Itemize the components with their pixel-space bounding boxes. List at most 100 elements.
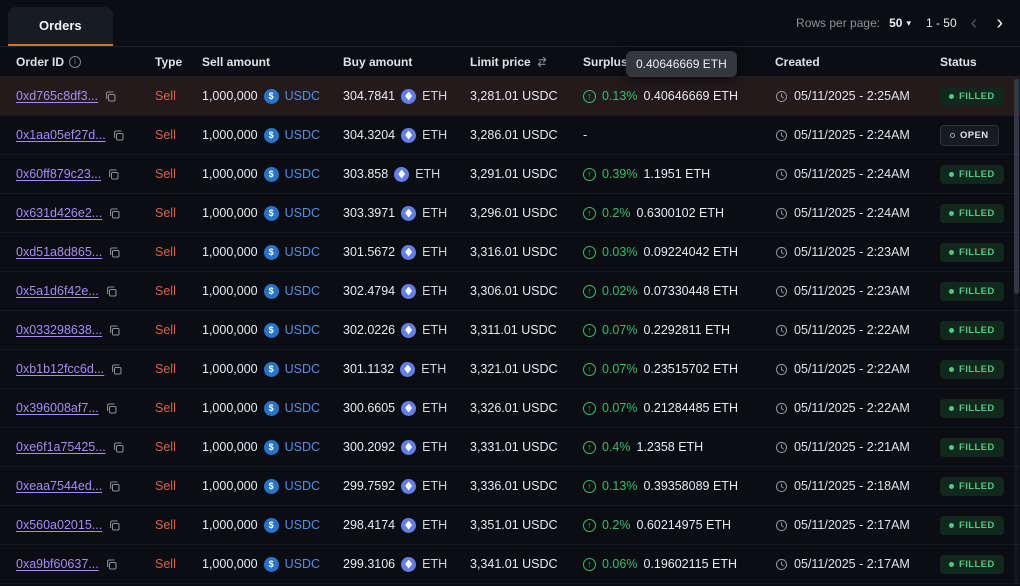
clock-icon: [775, 324, 788, 337]
scrollbar[interactable]: [1014, 79, 1019, 585]
table-row[interactable]: 0x60ff879c23... Sell 1,000,000 $ USDC 30…: [0, 155, 1020, 194]
copy-icon[interactable]: [107, 168, 120, 181]
buy-amount: 301.1132: [343, 362, 394, 376]
status-cell: FILLED: [940, 555, 1012, 574]
limit-price: 3,326.01 USDC: [470, 401, 558, 415]
copy-icon[interactable]: [105, 558, 118, 571]
copy-icon[interactable]: [110, 363, 123, 376]
buy-token: ETH: [422, 323, 447, 337]
status-label: FILLED: [959, 364, 995, 375]
surplus-up-icon: ↑: [583, 402, 596, 415]
order-id-link[interactable]: 0x5a1d6f42e...: [16, 284, 99, 298]
limit-price-cell: 3,331.01 USDC: [470, 440, 583, 454]
copy-icon[interactable]: [112, 129, 125, 142]
created-time: 05/11/2025 - 2:21AM: [794, 440, 910, 454]
surplus-amount: 0.21284485 ETH: [643, 401, 738, 415]
rows-per-page-select[interactable]: 50 ▾: [889, 16, 911, 30]
surplus-amount: 0.23515702 ETH: [643, 362, 738, 376]
swap-price-icon[interactable]: [536, 56, 548, 68]
copy-icon[interactable]: [108, 324, 121, 337]
table-row[interactable]: 0xd51a8d865... Sell 1,000,000 $ USDC 301…: [0, 233, 1020, 272]
status-cell: FILLED: [940, 204, 1012, 223]
copy-icon[interactable]: [108, 480, 121, 493]
order-type: Sell: [155, 518, 176, 532]
sell-token: USDC: [285, 479, 320, 493]
order-id-link[interactable]: 0x60ff879c23...: [16, 167, 101, 181]
table-row[interactable]: 0x396008af7... Sell 1,000,000 $ USDC 300…: [0, 389, 1020, 428]
table-row[interactable]: 0xb1b12fcc6d... Sell 1,000,000 $ USDC 30…: [0, 350, 1020, 389]
limit-price-cell: 3,321.01 USDC: [470, 362, 583, 376]
clock-icon: [775, 480, 788, 493]
order-id-link[interactable]: 0xd765c8df3...: [16, 89, 98, 103]
copy-icon[interactable]: [108, 207, 121, 220]
sell-amount: 1,000,000: [202, 440, 258, 454]
order-id-link[interactable]: 0x396008af7...: [16, 401, 99, 415]
surplus-percent: 0.03%: [602, 245, 637, 259]
table-row[interactable]: 0x631d426e2... Sell 1,000,000 $ USDC 303…: [0, 194, 1020, 233]
copy-icon[interactable]: [108, 519, 121, 532]
buy-token: ETH: [422, 557, 447, 571]
status-label: FILLED: [959, 520, 995, 531]
copy-icon[interactable]: [108, 246, 121, 259]
next-page-button[interactable]: ›: [991, 13, 1008, 33]
limit-price: 3,321.01 USDC: [470, 362, 558, 376]
order-id-link[interactable]: 0x1aa05ef27d...: [16, 128, 106, 142]
clock-icon: [775, 402, 788, 415]
sell-amount: 1,000,000: [202, 284, 258, 298]
type-cell: Sell: [155, 557, 202, 571]
top-bar: Orders Rows per page: 50 ▾ 1 - 50 ‹ ›: [0, 0, 1020, 47]
eth-icon: [401, 206, 416, 221]
sell-amount-cell: 1,000,000 $ USDC: [202, 128, 343, 143]
order-id-cell: 0x5a1d6f42e...: [16, 284, 155, 298]
copy-icon[interactable]: [104, 90, 117, 103]
status-badge: FILLED: [940, 282, 1004, 301]
order-type: Sell: [155, 284, 176, 298]
order-id-link[interactable]: 0x033298638...: [16, 323, 102, 337]
created-time: 05/11/2025 - 2:24AM: [794, 128, 910, 142]
tab-orders[interactable]: Orders: [8, 7, 113, 46]
order-id-link[interactable]: 0x631d426e2...: [16, 206, 102, 220]
clock-icon: [775, 441, 788, 454]
surplus-percent: 0.4%: [602, 440, 631, 454]
copy-icon[interactable]: [112, 441, 125, 454]
table-row[interactable]: 0xa9bf60637... Sell 1,000,000 $ USDC 299…: [0, 545, 1020, 584]
scrollbar-thumb[interactable]: [1014, 79, 1019, 294]
created-cell: 05/11/2025 - 2:24AM: [775, 206, 940, 220]
table-row[interactable]: 0xe6f1a75425... Sell 1,000,000 $ USDC 30…: [0, 428, 1020, 467]
order-id-link[interactable]: 0xa9bf60637...: [16, 557, 99, 571]
order-id-cell: 0xb1b12fcc6d...: [16, 362, 155, 376]
surplus-amount: 0.07330448 ETH: [643, 284, 738, 298]
status-label: FILLED: [959, 169, 995, 180]
table-row[interactable]: 0xeaa7544ed... Sell 1,000,000 $ USDC 299…: [0, 467, 1020, 506]
table-row[interactable]: 0xd765c8df3... Sell 1,000,000 $ USDC 304…: [0, 77, 1020, 116]
limit-price-cell: 3,341.01 USDC: [470, 557, 583, 571]
table-row[interactable]: 0x5a1d6f42e... Sell 1,000,000 $ USDC 302…: [0, 272, 1020, 311]
prev-page-button[interactable]: ‹: [966, 13, 983, 33]
eth-icon: [401, 518, 416, 533]
copy-icon[interactable]: [105, 285, 118, 298]
buy-amount: 301.5672: [343, 245, 395, 259]
sell-amount-cell: 1,000,000 $ USDC: [202, 518, 343, 533]
buy-token: ETH: [422, 518, 447, 532]
order-id-cell: 0xd51a8d865...: [16, 245, 155, 259]
table-row[interactable]: 0x1aa05ef27d... Sell 1,000,000 $ USDC 30…: [0, 116, 1020, 155]
status-dot-icon: [949, 562, 954, 567]
order-id-link[interactable]: 0xe6f1a75425...: [16, 440, 106, 454]
order-id-link[interactable]: 0xd51a8d865...: [16, 245, 102, 259]
order-id-link[interactable]: 0xeaa7544ed...: [16, 479, 102, 493]
tab-orders-label: Orders: [39, 18, 82, 33]
status-dot-icon: [949, 328, 954, 333]
table-row[interactable]: 0x033298638... Sell 1,000,000 $ USDC 302…: [0, 311, 1020, 350]
copy-icon[interactable]: [105, 402, 118, 415]
sell-amount-cell: 1,000,000 $ USDC: [202, 557, 343, 572]
eth-icon: [401, 245, 416, 260]
sell-token: USDC: [285, 167, 320, 181]
type-cell: Sell: [155, 323, 202, 337]
table-row[interactable]: 0x560a02015... Sell 1,000,000 $ USDC 298…: [0, 506, 1020, 545]
surplus-percent: 0.39%: [602, 167, 637, 181]
sell-amount-cell: 1,000,000 $ USDC: [202, 206, 343, 221]
limit-price: 3,281.01 USDC: [470, 89, 558, 103]
eth-icon: [401, 401, 416, 416]
order-id-link[interactable]: 0xb1b12fcc6d...: [16, 362, 104, 376]
order-id-link[interactable]: 0x560a02015...: [16, 518, 102, 532]
